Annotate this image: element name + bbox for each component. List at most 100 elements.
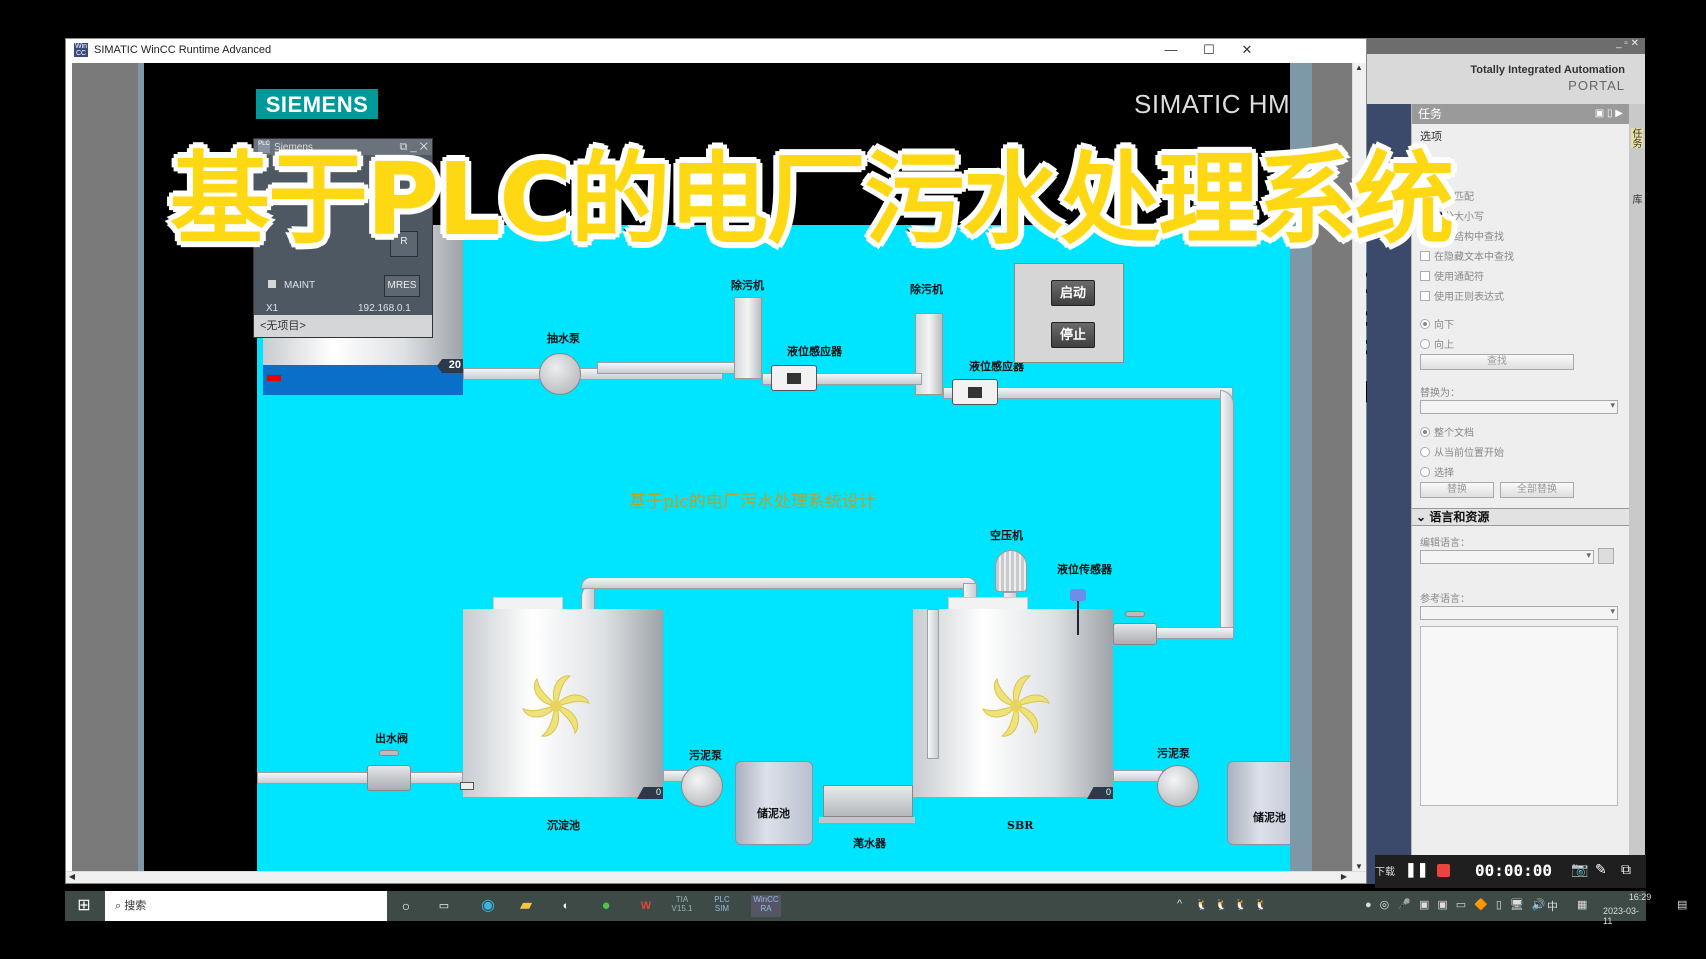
edit-language-select[interactable] <box>1420 550 1594 564</box>
mres-button[interactable]: MRES <box>384 275 420 297</box>
decontaminator-1-label: 除污机 <box>731 279 764 292</box>
find-button[interactable]: 查找 <box>1420 354 1574 370</box>
maximize-button[interactable]: ☐ <box>1190 39 1228 61</box>
replace-all-button[interactable]: 全部替换 <box>1500 482 1574 498</box>
notification-icon[interactable]: ▤ <box>1677 898 1687 911</box>
sludge-pipe-2 <box>1113 770 1163 782</box>
replace-button[interactable]: 替换 <box>1420 482 1494 498</box>
clock-date[interactable]: 2023-03-11 <box>1603 906 1646 926</box>
scroll-right-arrow[interactable]: ▶ <box>1338 872 1350 881</box>
wps-icon[interactable]: W <box>635 895 657 917</box>
reference-language-select[interactable] <box>1420 606 1618 620</box>
tia-brand-line2: PORTAL <box>1568 78 1625 93</box>
pause-icon[interactable]: ❚❚ <box>1405 861 1428 878</box>
tia-header: Totally Integrated Automation PORTAL <box>1367 54 1645 104</box>
tia-portal-icon[interactable]: TIA V15.1 <box>671 895 693 917</box>
project-status: <无项目> <box>254 315 432 337</box>
side-tab-tasks[interactable]: 任务 <box>1630 128 1643 148</box>
cortana-icon[interactable]: ○ <box>395 895 417 917</box>
pump-label: 抽水泵 <box>547 332 580 345</box>
plcsim-taskbar-icon[interactable]: PLC SIM <box>711 895 733 917</box>
window-icon[interactable]: ⧉ <box>1621 861 1631 878</box>
sludge-pump-2[interactable] <box>1157 765 1199 807</box>
sbr-valve-handle[interactable] <box>1125 611 1145 617</box>
window-title: SIMATIC WinCC Runtime Advanced <box>94 44 272 56</box>
checkbox-regex[interactable]: 使用正则表达式 <box>1420 288 1504 303</box>
scroll-left-arrow[interactable]: ◀ <box>66 872 78 881</box>
outlet-valve-label: 出水阀 <box>375 732 408 745</box>
edge-icon[interactable]: ◉ <box>477 895 499 917</box>
windows-taskbar: ⊞ ⌕ 搜索 ○ ▭ ◉ ▰ ◐ ● W TIA V15.1 PLC SIM W… <box>65 891 1687 926</box>
valve-handle[interactable] <box>379 750 399 756</box>
language-list[interactable] <box>1420 626 1618 806</box>
camera-icon[interactable]: 📷 <box>1571 861 1588 878</box>
mixer-fan-2 <box>982 675 1050 737</box>
decanter[interactable] <box>823 785 913 817</box>
return-pipe-horizontal <box>1147 627 1234 639</box>
keyboard-icon[interactable]: ▦ <box>1577 898 1587 911</box>
stop-record-icon[interactable] <box>1437 864 1450 877</box>
clock-time[interactable]: 16:29 <box>1610 892 1670 902</box>
transmitter-probe <box>1077 601 1079 635</box>
sludge-tank-1-label: 储泥池 <box>757 807 790 820</box>
inlet-marker <box>460 782 474 790</box>
minimize-button[interactable]: — <box>1152 39 1190 61</box>
decanter-label: 滗水器 <box>853 837 886 850</box>
level-transmitter <box>1070 589 1086 601</box>
mixer-fan-1 <box>522 675 590 737</box>
water-pump[interactable] <box>539 353 581 395</box>
radio-up[interactable]: 向上 <box>1420 336 1454 351</box>
edit-language-label: 编辑语言： <box>1420 538 1470 549</box>
checkbox-wildcards[interactable]: 使用通配符 <box>1420 268 1484 283</box>
sludge-pump-1[interactable] <box>681 765 723 807</box>
wincc-taskbar-icon[interactable]: WinCC RA <box>751 895 781 917</box>
side-tab-libraries[interactable]: 库 <box>1630 194 1643 204</box>
chevron-down-icon: ⌄ <box>1416 510 1430 524</box>
sludge-pump-2-label: 污泥泵 <box>1157 747 1190 760</box>
language-resources-section[interactable]: ⌄ 语言和资源 <box>1412 508 1629 526</box>
tray-expand-icon[interactable]: ^ <box>1177 898 1182 910</box>
wincc-icon: Win CC <box>74 43 88 57</box>
air-compressor[interactable] <box>995 550 1027 592</box>
scroll-down-arrow[interactable]: ▼ <box>1353 862 1365 871</box>
tray-misc-icons[interactable]: ●◎🎤▣▣▭🔶▯🖥🔊 <box>1365 898 1554 911</box>
siemens-logo: SIEMENS <box>256 89 378 119</box>
task-view-icon[interactable]: ▭ <box>433 895 455 917</box>
file-explorer-icon[interactable]: ▰ <box>515 895 537 917</box>
search-icon: ⌕ <box>115 900 125 912</box>
windows-start-icon[interactable]: ⊞ <box>73 895 95 917</box>
language-settings-icon[interactable] <box>1598 548 1614 564</box>
title-bar[interactable]: Win CC SIMATIC WinCC Runtime Advanced — … <box>66 39 1366 61</box>
tank-level-fill <box>263 365 463 395</box>
radio-from-current[interactable]: 从当前位置开始 <box>1420 444 1504 459</box>
outlet-valve[interactable] <box>367 765 411 791</box>
radio-down[interactable]: 向下 <box>1420 316 1454 331</box>
tray-qq-icons[interactable]: 🐧🐧🐧🐧 <box>1195 898 1274 911</box>
radio-selection[interactable]: 选择 <box>1420 464 1454 479</box>
decanter-base <box>819 817 915 823</box>
horizontal-scrollbar[interactable]: ◀ ▶ <box>66 871 1366 883</box>
sbr-tank-label: SBR <box>1007 819 1034 832</box>
start-button[interactable]: 启动 <box>1051 280 1095 306</box>
sludge-pump-1-label: 污泥泵 <box>689 749 722 762</box>
stop-button[interactable]: 停止 <box>1051 322 1095 348</box>
app-icon[interactable]: ◐ <box>555 895 577 917</box>
scroll-up-arrow[interactable]: ▲ <box>1353 63 1365 72</box>
decontaminator-1[interactable] <box>734 297 762 379</box>
sedimentation-tank-label: 沉淀池 <box>547 819 580 832</box>
wechat-icon[interactable]: ● <box>595 895 617 917</box>
sbr-inlet-valve[interactable] <box>1113 623 1157 645</box>
replace-input[interactable] <box>1420 400 1618 414</box>
tia-window-controls[interactable]: _ ▫ ✕ <box>1367 38 1645 54</box>
taskbar-search[interactable]: ⌕ 搜索 <box>105 891 387 921</box>
sludge-storage-tank-1 <box>735 761 813 845</box>
replace-label: 替换为： <box>1420 388 1460 399</box>
tank-level-readout: 20 <box>437 359 463 373</box>
close-button[interactable]: ✕ <box>1228 39 1266 61</box>
sludge-tank-2-label: 储泥池 <box>1253 811 1286 824</box>
ime-indicator[interactable]: 中 <box>1547 898 1558 914</box>
radio-whole-document[interactable]: 整个文档 <box>1420 424 1474 439</box>
simatic-hmi-label: SIMATIC HMI <box>1134 89 1298 119</box>
pen-icon[interactable]: ✎ <box>1595 861 1607 878</box>
ip-address: 192.168.0.1 <box>358 303 411 314</box>
